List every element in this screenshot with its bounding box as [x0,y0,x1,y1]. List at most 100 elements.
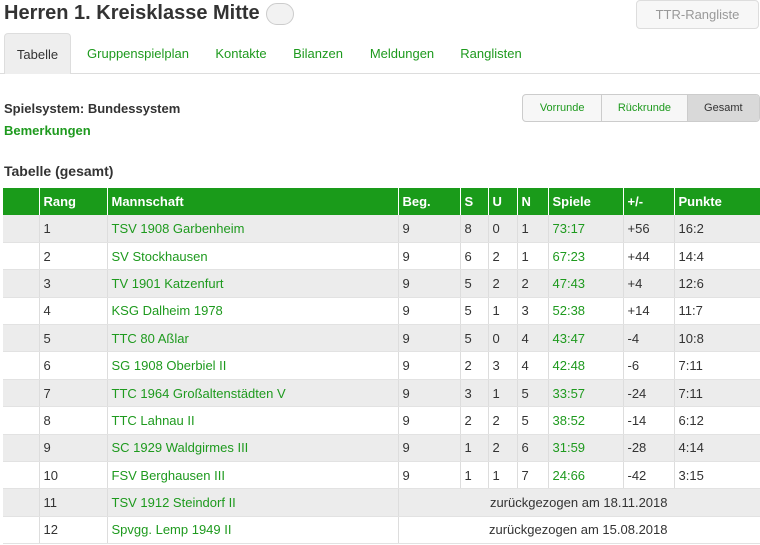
team-link[interactable]: TTC 1964 Großaltenstädten V [107,379,399,408]
spiele-link[interactable]: 43:47 [548,324,624,353]
cell-u: 0 [488,215,518,243]
tab-ranglisten[interactable]: Ranglisten [453,33,529,74]
team-link[interactable]: SG 1908 Oberbiel II [107,351,399,380]
spiele-link[interactable]: 67:23 [548,242,624,271]
cell-diff: -14 [623,406,675,435]
cell-diff: +14 [623,297,675,326]
cell-s: 6 [460,242,489,271]
team-link[interactable]: KSG Dalheim 1978 [107,297,399,326]
col-beg[interactable]: Beg. [398,188,461,215]
cell-diff: -28 [623,434,675,463]
spiele-link[interactable]: 73:17 [548,215,624,243]
spiele-link[interactable]: 38:52 [548,406,624,435]
spiele-link[interactable]: 42:48 [548,351,624,380]
tab-bilanzen[interactable]: Bilanzen [287,33,349,74]
col-spiele[interactable]: Spiele [548,188,624,215]
ttr-rangliste-button[interactable]: TTR-Rangliste [636,0,759,29]
cell-rang: 6 [39,351,108,380]
cell-diff: -4 [623,324,675,353]
cell-n: 3 [517,297,549,326]
cell-u: 2 [488,434,518,463]
spiele-link[interactable]: 24:66 [548,461,624,490]
team-link[interactable]: SC 1929 Waldgirmes III [107,434,399,463]
table-row: 2 SV Stockhausen 9 6 2 1 67:23 +44 14:4 [3,242,760,271]
spiele-link[interactable]: 33:57 [548,379,624,408]
team-link[interactable]: TSV 1908 Garbenheim [107,215,399,243]
cell-beg: 9 [398,297,461,326]
cell-diff: -6 [623,351,675,380]
cell-punkte: 6:12 [674,406,760,435]
col-u[interactable]: U [488,188,518,215]
team-link[interactable]: SV Stockhausen [107,242,399,271]
table-row-withdrawn: 11 TSV 1912 Steindorf II zurückgezogen am … [3,488,760,517]
spiele-link[interactable]: 52:38 [548,297,624,326]
cell-beg: 9 [398,242,461,271]
tab-meldungen[interactable]: Meldungen [362,33,442,74]
cell-beg: 9 [398,406,461,435]
cell-blank [3,488,40,517]
segment-gesamt[interactable]: Gesamt [687,95,759,121]
col-diff[interactable]: +/- [623,188,675,215]
cell-blank [3,215,40,243]
segment-rueckrunde[interactable]: Rückrunde [602,95,688,121]
tab-bar: Tabelle Gruppenspielplan Kontakte Bilanz… [0,33,760,74]
tab-gruppenspielplan[interactable]: Gruppenspielplan [80,33,196,74]
cell-punkte: 14:4 [674,242,760,271]
team-link[interactable]: TSV 1912 Steindorf II [107,488,399,517]
cell-n: 4 [517,324,549,353]
team-link[interactable]: TTC 80 Aßlar [107,324,399,353]
bemerkungen-link[interactable]: Bemerkungen [4,123,91,138]
col-rang[interactable]: Rang [39,188,108,215]
spiele-link[interactable]: 47:43 [548,269,624,298]
cell-blank [3,324,40,353]
favorite-toggle[interactable] [265,2,294,25]
table-row: 6 SG 1908 Oberbiel II 9 2 3 4 42:48 -6 7:11 [3,351,760,380]
team-link[interactable]: FSV Berghausen III [107,461,399,490]
cell-u: 3 [488,351,518,380]
cell-beg: 9 [398,324,461,353]
table-row: 9 SC 1929 Waldgirmes III 9 1 2 6 31:59 -28 4:14 [3,434,760,463]
table-row: 5 TTC 80 Aßlar 9 5 0 4 43:47 -4 10:8 [3,324,760,353]
cell-rang: 4 [39,297,108,326]
round-selector: Vorrunde Rückrunde Gesamt [522,94,760,122]
cell-s: 3 [460,379,489,408]
cell-s: 2 [460,406,489,435]
spiele-link[interactable]: 31:59 [548,434,624,463]
page-title-text: Herren 1. Kreisklasse Mitte [4,2,260,24]
cell-n: 4 [517,351,549,380]
segment-vorrunde[interactable]: Vorrunde [523,95,603,121]
cell-s: 2 [460,351,489,380]
cell-s: 5 [460,297,489,326]
cell-u: 1 [488,297,518,326]
cell-rang: 11 [39,488,108,517]
table-row: 4 KSG Dalheim 1978 9 5 1 3 52:38 +14 11:7 [3,297,760,326]
tab-kontakte[interactable]: Kontakte [208,33,274,74]
cell-n: 5 [517,406,549,435]
standings-table: Rang Mannschaft Beg. S U N Spiele +/- Pu… [3,188,760,545]
team-link[interactable]: Spvgg. Lemp 1949 II [107,516,399,545]
col-s[interactable]: S [460,188,489,215]
table-title: Tabelle (gesamt) [4,163,114,179]
cell-beg: 9 [398,269,461,298]
tab-tabelle[interactable]: Tabelle [4,33,71,74]
team-link[interactable]: TTC Lahnau II [107,406,399,435]
cell-u: 2 [488,406,518,435]
cell-punkte: 12:6 [674,269,760,298]
cell-n: 7 [517,461,549,490]
cell-n: 2 [517,269,549,298]
cell-n: 6 [517,434,549,463]
cell-s: 1 [460,434,489,463]
cell-u: 1 [488,379,518,408]
cell-diff: -42 [623,461,675,490]
col-punkte[interactable]: Punkte [674,188,760,215]
cell-n: 1 [517,242,549,271]
cell-n: 5 [517,379,549,408]
spielsystem-label: Spielsystem: Bundessystem [4,101,181,116]
cell-blank [3,351,40,380]
col-mannschaft[interactable]: Mannschaft [107,188,399,215]
col-n[interactable]: N [517,188,549,215]
team-link[interactable]: TV 1901 Katzenfurt [107,269,399,298]
cell-u: 0 [488,324,518,353]
cell-u: 2 [488,242,518,271]
cell-rang: 7 [39,379,108,408]
